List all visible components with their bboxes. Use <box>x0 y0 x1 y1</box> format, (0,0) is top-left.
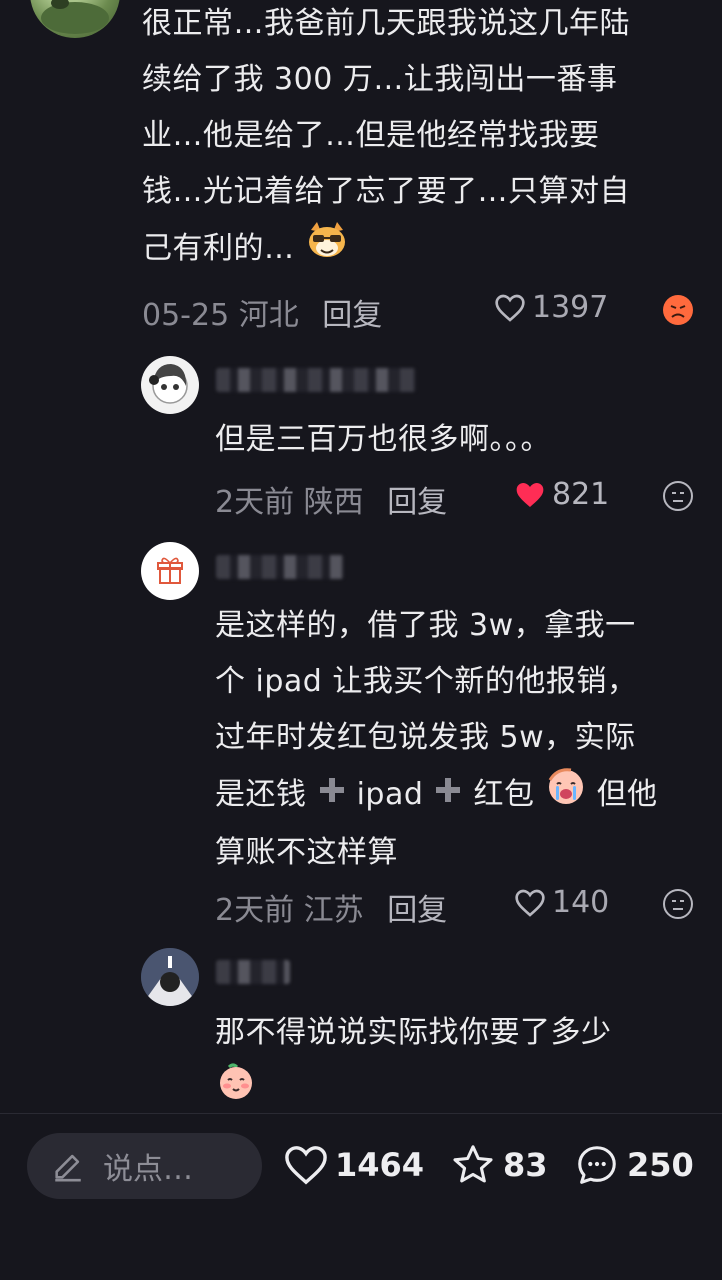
main-comment-line: 钱…光记着给了忘了要了…只算对自 <box>142 174 630 209</box>
comment-input[interactable]: 说点… <box>27 1133 262 1199</box>
star-icon <box>453 1145 493 1183</box>
plus-icon <box>317 768 347 824</box>
pencil-icon <box>55 1154 81 1182</box>
reply-like-button[interactable]: 140 <box>514 885 609 920</box>
reply-line: 算账不这样算 <box>215 835 398 870</box>
like-count: 1464 <box>335 1146 425 1184</box>
reply-avatar[interactable] <box>141 948 199 1006</box>
reply-line: 是这样的，借了我 3w，拿我一 <box>215 608 636 643</box>
reply-location: 陕西 <box>303 485 364 520</box>
like-count: 140 <box>552 885 610 920</box>
comment-date: 05-25 <box>142 298 230 333</box>
heart-icon <box>516 482 544 507</box>
comments-button[interactable]: 250 <box>573 1140 694 1190</box>
like-count: 1397 <box>532 290 609 325</box>
main-comment-line: 己有利的… <box>142 220 690 279</box>
reply-button[interactable]: 回复 <box>387 893 447 928</box>
reply-avatar[interactable] <box>141 356 199 414</box>
reply-time: 2天前 <box>215 893 295 928</box>
reply-like-button[interactable]: 821 <box>514 477 609 512</box>
comment-input-placeholder: 说点… <box>103 1152 193 1187</box>
reply-location: 江苏 <box>303 893 364 928</box>
neutral-face-icon[interactable] <box>662 480 694 516</box>
reply-time: 2天前 <box>215 485 295 520</box>
reply-line: 个 ipad 让我买个新的他报销， <box>215 664 638 699</box>
reply-meta: 2天前 陕西 回复 <box>215 477 447 521</box>
main-comment-line-text: 己有利的… <box>142 231 295 266</box>
main-comment-line: 很正常…我爸前几天跟我说这几年陆 <box>142 6 630 41</box>
comment-location: 河北 <box>238 298 299 333</box>
heart-icon <box>285 1146 327 1185</box>
like-button[interactable]: 1464 <box>283 1140 424 1190</box>
gift-icon <box>157 557 183 584</box>
comment-count: 250 <box>627 1146 694 1184</box>
reply-line: 是还钱 ipad 红包 但他 <box>215 766 695 825</box>
username-blurred[interactable] <box>216 368 416 392</box>
reply-line: 但是三百万也很多啊。。。 <box>215 422 551 457</box>
main-comment-text: 很正常…我爸前几天跟我说这几年陆 续给了我 300 万…让我闯出一番事 业…他是… <box>142 0 690 279</box>
smug-dog-emoji-icon <box>305 220 349 279</box>
reply-line-text: 是还钱 <box>215 777 307 812</box>
main-comment-avatar[interactable] <box>30 0 120 38</box>
reply-avatar[interactable] <box>141 542 199 600</box>
reply-line: 那不得说说实际找你要了多少 <box>215 1015 612 1050</box>
main-comment-line: 续给了我 300 万…让我闯出一番事 <box>142 62 618 97</box>
reply-text: 是这样的，借了我 3w，拿我一 个 ipad 让我买个新的他报销， 过年时发红包… <box>215 598 695 881</box>
favorite-count: 83 <box>503 1146 548 1184</box>
heart-icon <box>515 889 545 917</box>
blushing-face-emoji-icon <box>215 1061 257 1120</box>
username-blurred[interactable] <box>216 555 344 579</box>
crying-face-emoji-icon <box>545 766 587 825</box>
reply-line-text: 红包 <box>473 777 535 812</box>
reply-line-text: ipad <box>356 777 424 812</box>
reply-meta: 2天前 江苏 回复 <box>215 885 447 929</box>
plus-icon <box>433 768 463 824</box>
reply-line <box>215 1061 612 1120</box>
main-comment-like-button[interactable]: 1397 <box>494 290 608 325</box>
reply-button[interactable]: 回复 <box>387 485 447 520</box>
neutral-face-icon[interactable] <box>662 888 694 924</box>
reply-text: 但是三百万也很多啊。。。 <box>215 412 551 468</box>
reply-button[interactable]: 回复 <box>322 298 382 333</box>
like-count: 821 <box>552 477 610 512</box>
username-blurred[interactable] <box>216 960 290 984</box>
reply-line: 过年时发红包说发我 5w，实际 <box>215 720 636 755</box>
chat-bubble-icon <box>578 1146 616 1184</box>
main-comment-line: 业…他是给了…但是他经常找我要 <box>142 118 600 153</box>
reply-text: 那不得说说实际找你要了多少 <box>215 1005 612 1120</box>
favorite-button[interactable]: 83 <box>449 1140 548 1190</box>
main-comment-meta: 05-25 河北 回复 <box>142 290 382 334</box>
heart-icon <box>495 294 525 322</box>
reply-line-text: 但他 <box>596 777 658 812</box>
angry-face-icon[interactable] <box>662 294 694 330</box>
